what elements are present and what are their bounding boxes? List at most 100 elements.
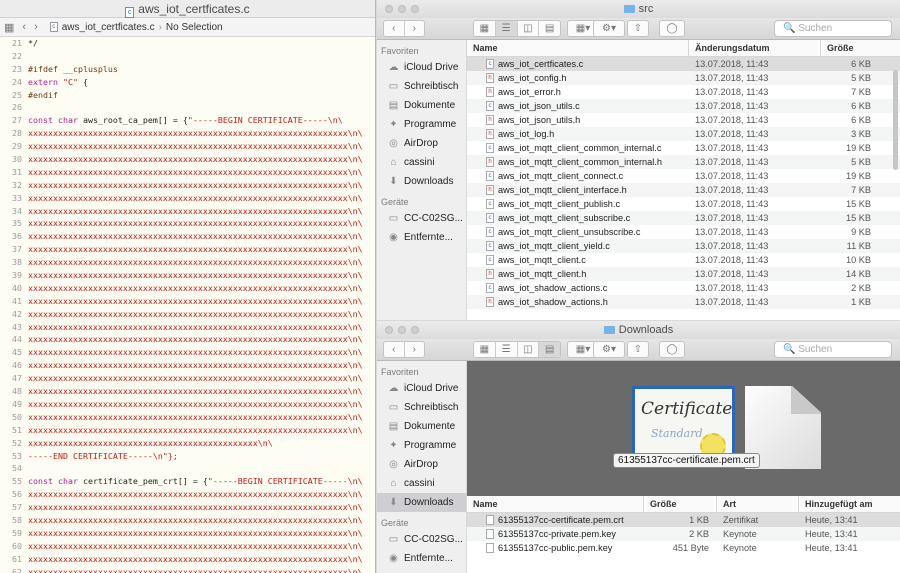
- search-input[interactable]: 🔍 Suchen: [774, 341, 892, 358]
- sidebar-item-device[interactable]: ◉ Entfernte...: [377, 549, 466, 568]
- code-line[interactable]: 61 xxxxxxxxxxxxxxxxxxxxxxxxxxxxxxxxxxxxxx…: [0, 553, 375, 566]
- sidebar-item-programme[interactable]: ✦ Programme: [377, 115, 466, 134]
- forward-button[interactable]: ›: [405, 21, 425, 36]
- column-size[interactable]: Größe: [644, 496, 717, 512]
- code-line[interactable]: 25 #endif: [0, 89, 375, 102]
- column-name[interactable]: Name: [467, 496, 644, 512]
- share-icon[interactable]: ⇧: [627, 20, 649, 37]
- code-line[interactable]: 34 xxxxxxxxxxxxxxxxxxxxxxxxxxxxxxxxxxxxxx…: [0, 205, 375, 218]
- code-line[interactable]: 49 xxxxxxxxxxxxxxxxxxxxxxxxxxxxxxxxxxxxxx…: [0, 398, 375, 411]
- table-row[interactable]: 61355137cc-public.pem.key 451 Byte Keynote…: [467, 541, 900, 555]
- code-line[interactable]: 58 xxxxxxxxxxxxxxxxxxxxxxxxxxxxxxxxxxxxxx…: [0, 514, 375, 527]
- code-line[interactable]: 31 xxxxxxxxxxxxxxxxxxxxxxxxxxxxxxxxxxxxxx…: [0, 166, 375, 179]
- back-button[interactable]: ‹: [384, 21, 405, 36]
- code-line[interactable]: 44 xxxxxxxxxxxxxxxxxxxxxxxxxxxxxxxxxxxxxx…: [0, 333, 375, 346]
- gallery-view-icon[interactable]: ▤: [539, 21, 560, 36]
- sidebar-item-dokumente[interactable]: ▤ Dokumente: [377, 96, 466, 115]
- code-line[interactable]: 26: [0, 101, 375, 114]
- share-icon[interactable]: ⇧: [627, 341, 649, 358]
- table-row[interactable]: c aws_iot_mqtt_client_subscribe.c 13.07.20…: [467, 211, 900, 225]
- icon-view-icon[interactable]: ▦: [474, 21, 496, 36]
- code-line[interactable]: 22: [0, 50, 375, 63]
- list-view-icon[interactable]: ☰: [495, 21, 518, 36]
- sidebar-item-dokumente[interactable]: ▤ Dokumente: [377, 417, 466, 436]
- table-row[interactable]: h aws_iot_error.h 13.07.2018, 11:43 7 KB: [467, 85, 900, 99]
- grid-icon[interactable]: ▦: [4, 21, 14, 34]
- code-line[interactable]: 48 xxxxxxxxxxxxxxxxxxxxxxxxxxxxxxxxxxxxxx…: [0, 385, 375, 398]
- table-row[interactable]: h aws_iot_log.h 13.07.2018, 11:43 3 KB: [467, 127, 900, 141]
- table-row[interactable]: c aws_iot_mqtt_client_common_internal.c 13…: [467, 141, 900, 155]
- close-window-button[interactable]: [385, 5, 393, 13]
- code-line[interactable]: 28 xxxxxxxxxxxxxxxxxxxxxxxxxxxxxxxxxxxxxx…: [0, 127, 375, 140]
- table-row[interactable]: c aws_iot_mqtt_client.c 13.07.2018, 11:43 1…: [467, 253, 900, 267]
- table-row[interactable]: h aws_iot_config.h 13.07.2018, 11:43 5 KB: [467, 71, 900, 85]
- code-line[interactable]: 21 */: [0, 37, 375, 50]
- code-line[interactable]: 39 xxxxxxxxxxxxxxxxxxxxxxxxxxxxxxxxxxxxxx…: [0, 269, 375, 282]
- icon-view-icon[interactable]: ▦: [474, 342, 496, 357]
- forward-arrow-icon[interactable]: ›: [34, 21, 38, 33]
- sidebar-item-schreibtisch[interactable]: ▭ Schreibtisch: [377, 77, 466, 96]
- table-row[interactable]: c aws_iot_mqtt_client_unsubscribe.c 13.07.…: [467, 225, 900, 239]
- sidebar-item-airdrop[interactable]: ◎ AirDrop: [377, 455, 466, 474]
- sidebar-item-cassini[interactable]: ⌂ cassini: [377, 474, 466, 493]
- code-line[interactable]: 36 xxxxxxxxxxxxxxxxxxxxxxxxxxxxxxxxxxxxxx…: [0, 230, 375, 243]
- back-button[interactable]: ‹: [384, 342, 405, 357]
- column-view-icon[interactable]: ◫: [518, 342, 540, 357]
- jump-bar-selection[interactable]: No Selection: [166, 22, 223, 33]
- table-row[interactable]: h aws_iot_mqtt_client_interface.h 13.07.20…: [467, 183, 900, 197]
- column-added[interactable]: Hinzugefügt am: [799, 496, 889, 512]
- minimize-window-button[interactable]: [398, 326, 406, 334]
- column-size[interactable]: Größe: [821, 40, 891, 56]
- tag-icon[interactable]: ◯: [659, 20, 685, 37]
- table-row[interactable]: c aws_iot_certficates.c 13.07.2018, 11:43 6…: [467, 57, 900, 71]
- action-gear-icon[interactable]: ⚙▾: [593, 20, 625, 37]
- code-line[interactable]: 42 xxxxxxxxxxxxxxxxxxxxxxxxxxxxxxxxxxxxxx…: [0, 308, 375, 321]
- code-line[interactable]: 57 xxxxxxxxxxxxxxxxxxxxxxxxxxxxxxxxxxxxxx…: [0, 501, 375, 514]
- table-row[interactable]: c aws_iot_mqtt_client_yield.c 13.07.2018, …: [467, 239, 900, 253]
- table-row[interactable]: c aws_iot_mqtt_client_publish.c 13.07.2018…: [467, 197, 900, 211]
- sidebar-item-device[interactable]: ◉ Entfernte...: [377, 228, 466, 247]
- code-line[interactable]: 29 xxxxxxxxxxxxxxxxxxxxxxxxxxxxxxxxxxxxxx…: [0, 140, 375, 153]
- sidebar-item-schreibtisch[interactable]: ▭ Schreibtisch: [377, 398, 466, 417]
- table-row[interactable]: h aws_iot_shadow_actions.h 13.07.2018, 11:…: [467, 295, 900, 309]
- sidebar-item-downloads[interactable]: ⬇ Downloads: [377, 493, 466, 512]
- code-line[interactable]: 27 const char aws_root_ca_pem[] = {"-----…: [0, 114, 375, 127]
- table-row[interactable]: 61355137cc-certificate.pem.crt 1 KB Zertif…: [467, 513, 900, 527]
- code-line[interactable]: 53 -----END CERTIFICATE-----\n"};: [0, 450, 375, 463]
- code-line[interactable]: 30 xxxxxxxxxxxxxxxxxxxxxxxxxxxxxxxxxxxxxx…: [0, 153, 375, 166]
- code-line[interactable]: 46 xxxxxxxxxxxxxxxxxxxxxxxxxxxxxxxxxxxxxx…: [0, 359, 375, 372]
- code-line[interactable]: 60 xxxxxxxxxxxxxxxxxxxxxxxxxxxxxxxxxxxxxx…: [0, 540, 375, 553]
- code-line[interactable]: 38 xxxxxxxxxxxxxxxxxxxxxxxxxxxxxxxxxxxxxx…: [0, 256, 375, 269]
- code-line[interactable]: 23 #ifdef __cplusplus: [0, 63, 375, 76]
- sidebar-item-downloads[interactable]: ⬇ Downloads: [377, 172, 466, 191]
- sidebar-item-cassini[interactable]: ⌂ cassini: [377, 153, 466, 172]
- code-line[interactable]: 33 xxxxxxxxxxxxxxxxxxxxxxxxxxxxxxxxxxxxxx…: [0, 192, 375, 205]
- code-line[interactable]: 50 xxxxxxxxxxxxxxxxxxxxxxxxxxxxxxxxxxxxxx…: [0, 411, 375, 424]
- scrollbar[interactable]: [893, 70, 898, 170]
- sidebar-item-airdrop[interactable]: ◎ AirDrop: [377, 134, 466, 153]
- zoom-window-button[interactable]: [411, 326, 419, 334]
- code-line[interactable]: 47 xxxxxxxxxxxxxxxxxxxxxxxxxxxxxxxxxxxxxx…: [0, 372, 375, 385]
- action-gear-icon[interactable]: ⚙▾: [593, 341, 625, 358]
- list-view-icon[interactable]: ☰: [496, 342, 518, 357]
- column-name[interactable]: Name: [467, 40, 689, 56]
- gallery-view-icon[interactable]: ▤: [539, 342, 560, 357]
- sidebar-item-icloud-drive[interactable]: ☁ iCloud Drive: [377, 379, 466, 398]
- back-arrow-icon[interactable]: ‹: [22, 21, 26, 33]
- tag-icon[interactable]: ◯: [659, 341, 685, 358]
- column-kind[interactable]: Art: [717, 496, 799, 512]
- code-line[interactable]: 59 xxxxxxxxxxxxxxxxxxxxxxxxxxxxxxxxxxxxxx…: [0, 527, 375, 540]
- minimize-window-button[interactable]: [398, 5, 406, 13]
- column-view-icon[interactable]: ◫: [518, 21, 540, 36]
- search-input[interactable]: 🔍 Suchen: [774, 20, 892, 37]
- jump-bar-file[interactable]: aws_iot_certficates.c: [62, 22, 155, 33]
- code-line[interactable]: 43 xxxxxxxxxxxxxxxxxxxxxxxxxxxxxxxxxxxxxx…: [0, 321, 375, 334]
- forward-button[interactable]: ›: [405, 342, 425, 357]
- sidebar-item-device[interactable]: ▭ CC-C02SG...: [377, 209, 466, 228]
- sidebar-item-programme[interactable]: ✦ Programme: [377, 436, 466, 455]
- code-line[interactable]: 45 xxxxxxxxxxxxxxxxxxxxxxxxxxxxxxxxxxxxxx…: [0, 346, 375, 359]
- code-line[interactable]: 56 xxxxxxxxxxxxxxxxxxxxxxxxxxxxxxxxxxxxxx…: [0, 488, 375, 501]
- sidebar-item-device[interactable]: ▭ CC-C02SG...: [377, 530, 466, 549]
- code-line[interactable]: 40 xxxxxxxxxxxxxxxxxxxxxxxxxxxxxxxxxxxxxx…: [0, 282, 375, 295]
- zoom-window-button[interactable]: [411, 5, 419, 13]
